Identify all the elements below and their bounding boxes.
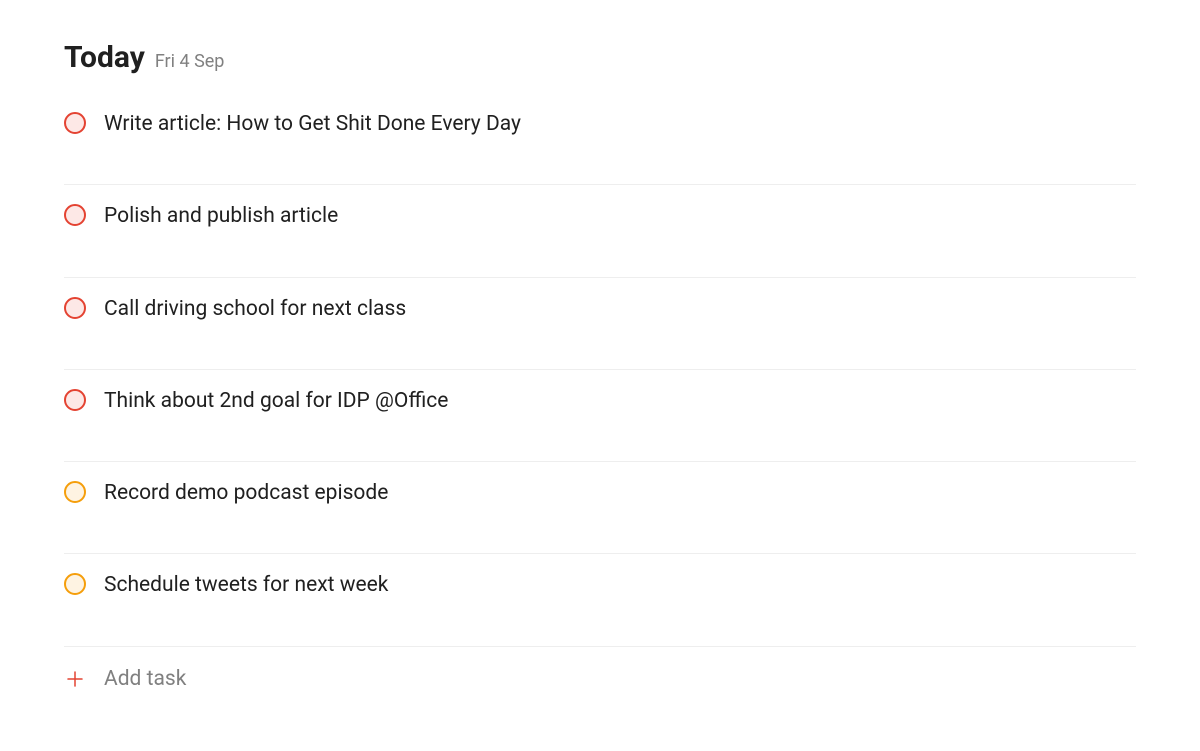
task-row[interactable]: Call driving school for next class (64, 278, 1136, 370)
page-date: Fri 4 Sep (155, 51, 225, 72)
task-checkbox[interactable] (64, 389, 86, 411)
plus-icon (64, 668, 86, 690)
task-checkbox[interactable] (64, 481, 86, 503)
task-row[interactable]: Schedule tweets for next week (64, 554, 1136, 646)
page-title: Today (64, 40, 145, 75)
task-title: Schedule tweets for next week (104, 572, 388, 599)
task-checkbox[interactable] (64, 297, 86, 319)
page-header: Today Fri 4 Sep (64, 40, 1136, 75)
task-row[interactable]: Write article: How to Get Shit Done Ever… (64, 107, 1136, 185)
add-task-button[interactable]: Add task (64, 647, 1136, 711)
task-row[interactable]: Record demo podcast episode (64, 462, 1136, 554)
task-checkbox[interactable] (64, 204, 86, 226)
task-title: Polish and publish article (104, 203, 338, 230)
task-title: Write article: How to Get Shit Done Ever… (104, 111, 521, 138)
task-title: Call driving school for next class (104, 296, 406, 323)
task-row[interactable]: Think about 2nd goal for IDP @Office (64, 370, 1136, 462)
task-row[interactable]: Polish and publish article (64, 185, 1136, 277)
task-checkbox[interactable] (64, 112, 86, 134)
task-checkbox[interactable] (64, 573, 86, 595)
add-task-label: Add task (104, 667, 186, 691)
task-title: Record demo podcast episode (104, 480, 388, 507)
task-title: Think about 2nd goal for IDP @Office (104, 388, 448, 415)
task-list: Write article: How to Get Shit Done Ever… (64, 107, 1136, 711)
